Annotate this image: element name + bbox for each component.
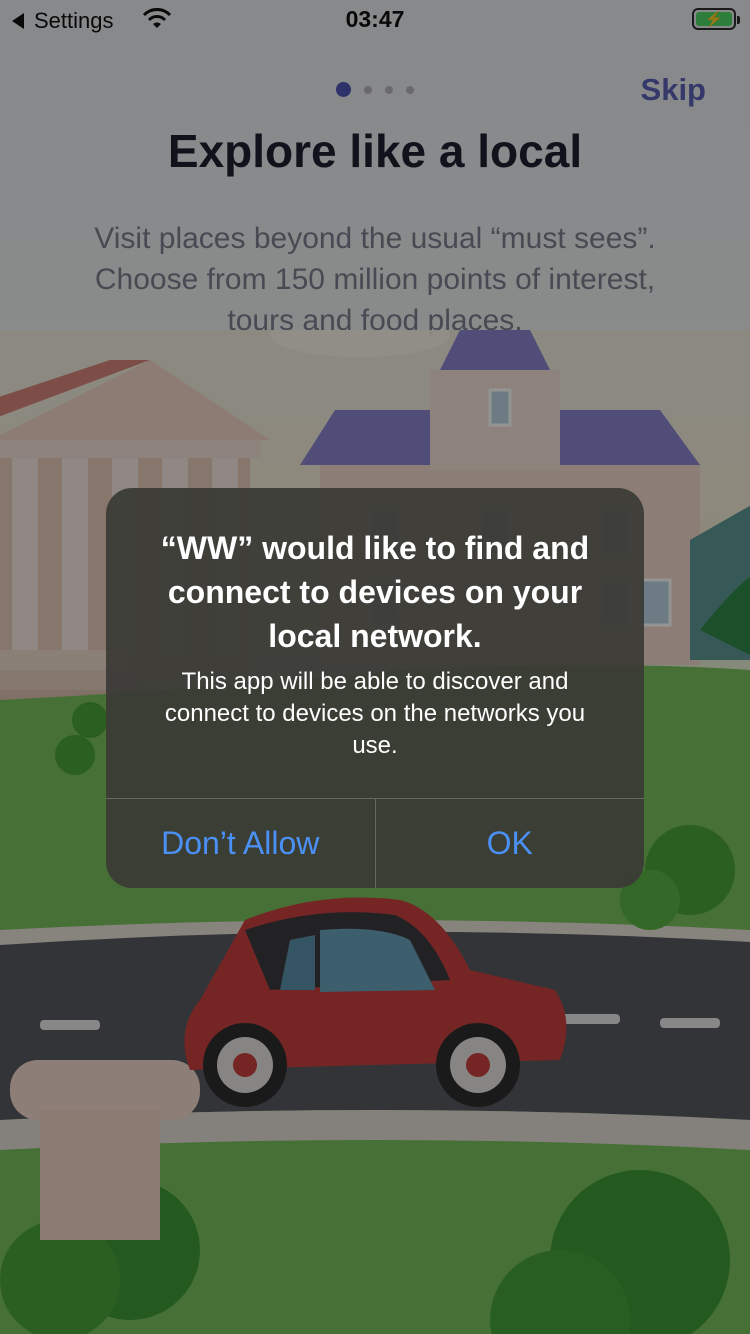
local-network-permission-alert: “WW” would like to find and connect to d… [106, 488, 644, 888]
alert-title: “WW” would like to find and connect to d… [160, 530, 590, 654]
alert-message: This app will be able to discover and co… [164, 668, 586, 759]
ok-button[interactable]: OK [376, 799, 645, 888]
onboarding-screen: Settings 03:47 ⚡ Skip Explore like a loc… [0, 0, 750, 1334]
dont-allow-button[interactable]: Don’t Allow [106, 799, 376, 888]
alert-actions: Don’t Allow OK [106, 798, 644, 888]
